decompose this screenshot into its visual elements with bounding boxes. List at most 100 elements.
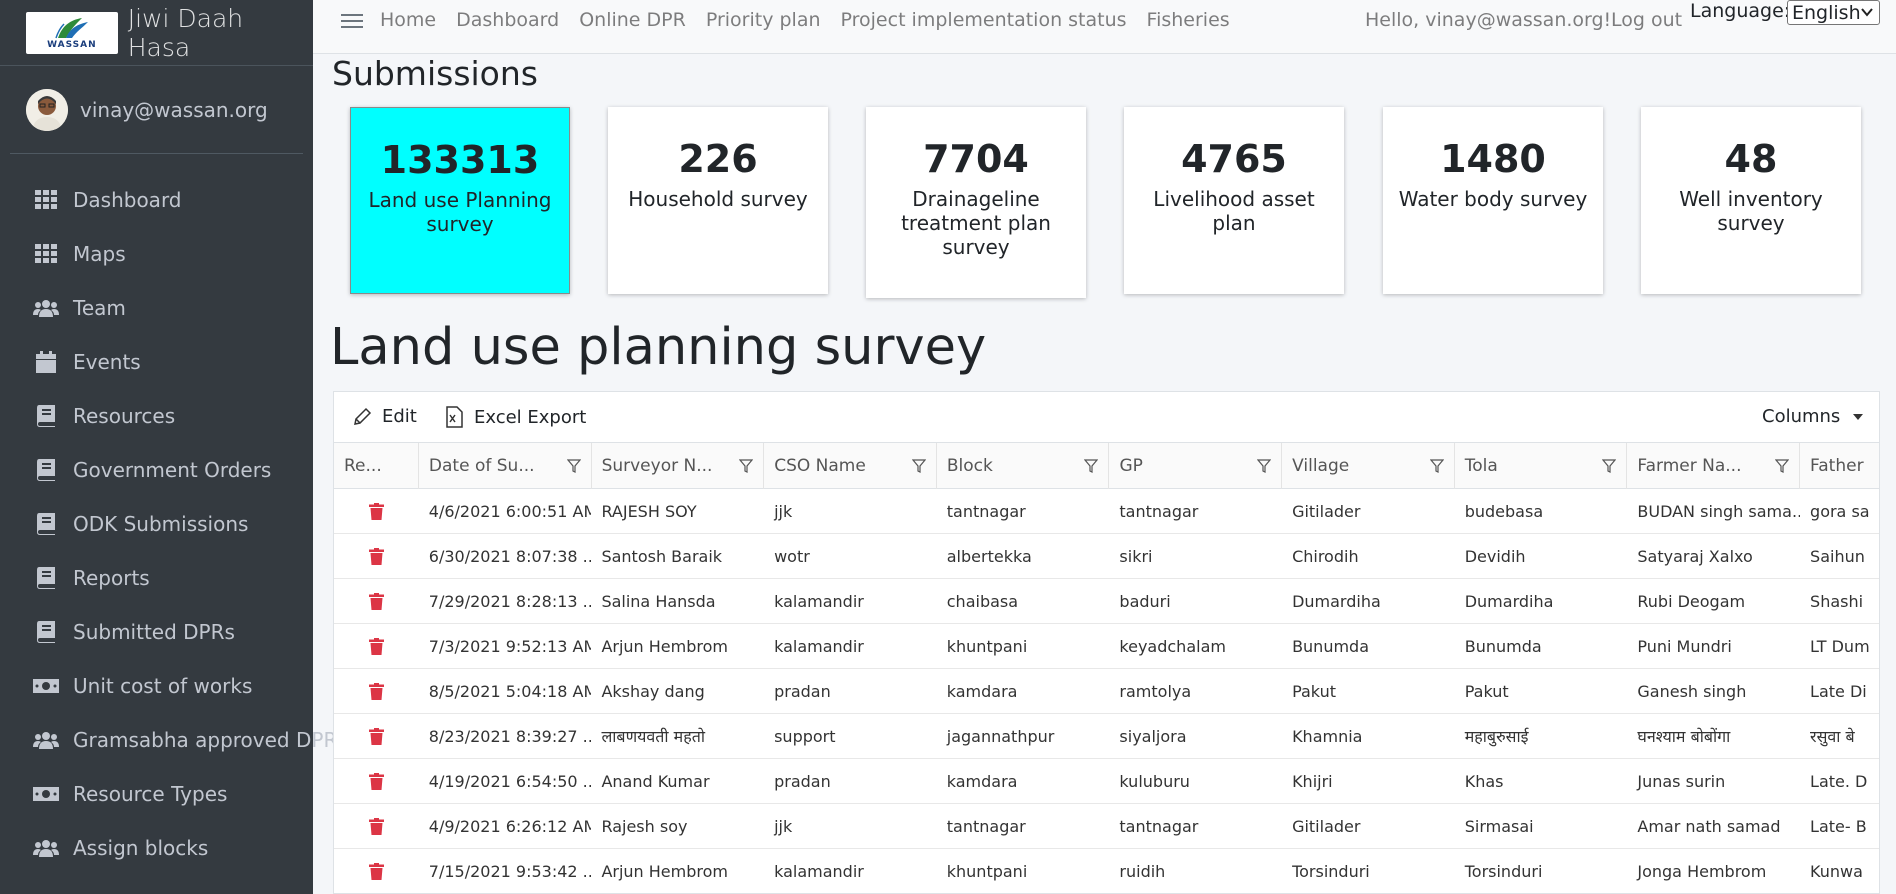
cell-date: 7/29/2021 8:28:13 ... [428, 591, 592, 611]
cell-block: khuntpani [946, 636, 1028, 656]
column-header-farmer-name[interactable]: Farmer Na... [1627, 443, 1801, 489]
table-row[interactable]: 6/30/2021 8:07:38 ... Santosh Baraik wotr a… [334, 534, 1879, 579]
column-header-label: Farmer Na... [1637, 456, 1742, 476]
delete-row-button[interactable] [334, 624, 419, 668]
columns-button-label: Columns [1762, 406, 1841, 427]
sidebar-item-events[interactable]: Events [0, 335, 313, 389]
filter-icon[interactable] [1257, 459, 1272, 473]
brand-link[interactable]: WASSAN Jiwi Daah Hasa [0, 0, 313, 66]
nav-link-fisheries[interactable]: Fisheries [1147, 9, 1230, 31]
user-greeting-link[interactable]: Hello, vinay@wassan.org! [1365, 9, 1611, 31]
column-header-block[interactable]: Block [937, 443, 1110, 489]
user-email: vinay@wassan.org [80, 97, 268, 122]
column-header-cso-name[interactable]: CSO Name [764, 443, 937, 489]
user-panel[interactable]: vinay@wassan.org [10, 66, 303, 154]
cell-father-name: LT Dum [1810, 636, 1870, 656]
delete-row-button[interactable] [334, 759, 419, 803]
column-header-surveyor[interactable]: Surveyor N... [592, 443, 765, 489]
card-livelihood-asset-plan[interactable]: 4765 Livelihood asset plan [1124, 107, 1344, 294]
trash-icon [368, 772, 384, 790]
cell-farmer-name: Junas surin [1637, 771, 1726, 791]
cell-block: jagannathpur [946, 726, 1055, 746]
card-land-use-planning-survey[interactable]: 133313 Land use Planning survey [350, 107, 570, 294]
table-row[interactable]: 8/23/2021 8:39:27 ... लाबणयवती महतो suppor… [334, 714, 1879, 759]
table-row[interactable]: 4/19/2021 6:54:50 ... Anand Kumar pradan ka… [334, 759, 1879, 804]
filter-icon[interactable] [911, 459, 926, 473]
sidebar-item-reports[interactable]: Reports [0, 551, 313, 605]
column-header-father[interactable]: Father [1800, 443, 1879, 489]
column-header-remove[interactable]: Re... [334, 443, 419, 489]
menu-toggle-icon[interactable] [341, 10, 363, 32]
edit-button[interactable]: Edit [352, 406, 417, 427]
sidebar-item-odk-submissions[interactable]: ODK Submissions [0, 497, 313, 551]
sidebar-item-dashboard[interactable]: Dashboard [0, 173, 313, 227]
card-household-survey[interactable]: 226 Household survey [608, 107, 828, 294]
chevron-down-icon [1861, 8, 1873, 17]
delete-row-button[interactable] [334, 849, 419, 893]
nav-link-priority-plan[interactable]: Priority plan [706, 9, 821, 31]
table-row[interactable]: 7/29/2021 8:28:13 ... Salina Hansda kalama… [334, 579, 1879, 624]
filter-icon[interactable] [739, 459, 754, 473]
user-avatar-icon [26, 88, 68, 131]
column-header-gp[interactable]: GP [1109, 443, 1283, 489]
sidebar-item-resource-types[interactable]: Resource Types [0, 767, 313, 821]
sidebar-item-team[interactable]: Team [0, 281, 313, 335]
cell-surveyor-name: Arjun Hembrom [601, 636, 728, 656]
nav-link-online-dpr[interactable]: Online DPR [579, 9, 686, 31]
cell-cso-name: kalamandir [774, 861, 864, 881]
columns-button[interactable]: Columns [1762, 406, 1864, 427]
delete-row-button[interactable] [334, 534, 419, 578]
nav-link-home[interactable]: Home [380, 9, 436, 31]
trash-icon [368, 682, 384, 700]
logout-link[interactable]: Log out [1611, 9, 1682, 31]
filter-icon[interactable] [566, 459, 581, 473]
nav-link-dashboard[interactable]: Dashboard [456, 9, 559, 31]
cell-surveyor-name: Salina Hansda [601, 591, 716, 611]
table-row[interactable]: 4/6/2021 6:00:51 AM RAJESH SOY jjk tantnaga… [334, 489, 1879, 534]
sidebar-item-assign-blocks[interactable]: Assign blocks [0, 821, 313, 875]
table-row[interactable]: 7/3/2021 9:52:13 AM Arjun Hembrom kalamand… [334, 624, 1879, 669]
cell-date: 8/23/2021 8:39:27 ... [428, 726, 592, 746]
nav-link-project-implementation-status[interactable]: Project implementation status [841, 9, 1127, 31]
excel-file-icon [446, 406, 463, 428]
sidebar-item-submitted-dprs[interactable]: Submitted DPRs [0, 605, 313, 659]
column-header-village[interactable]: Village [1282, 443, 1455, 489]
table-row[interactable]: 4/9/2021 6:26:12 AM Rajesh soy jjk tantnaga… [334, 804, 1879, 849]
sidebar-item-maps[interactable]: Maps [0, 227, 313, 281]
filter-icon[interactable] [1429, 459, 1444, 473]
language-select-value: English [1792, 1, 1861, 24]
cell-village: Gitilader [1292, 816, 1361, 836]
sidebar-item-unit-cost-of-works[interactable]: Unit cost of works [0, 659, 313, 713]
sidebar-item-gramsabha-approved-dpr[interactable]: Gramsabha approved DPR [0, 713, 337, 767]
filter-icon[interactable] [1602, 459, 1617, 473]
language-select[interactable]: English [1787, 0, 1880, 25]
filter-icon[interactable] [1775, 459, 1790, 473]
column-header-tola[interactable]: Tola [1455, 443, 1628, 489]
cell-gp: tantnagar [1119, 501, 1199, 521]
sidebar-item-resources[interactable]: Resources [0, 389, 313, 443]
sidebar: WASSAN Jiwi Daah Hasa vinay@wassan.org D… [0, 0, 337, 894]
card-water-body-survey[interactable]: 1480 Water body survey [1383, 107, 1603, 294]
column-header-label: Village [1292, 456, 1350, 476]
table-row[interactable]: 8/5/2021 5:04:18 AM Akshay dang pradan kamd… [334, 669, 1879, 714]
card-drainageline-treatment-plan-survey[interactable]: 7704 Drainageline treatment plan survey [866, 107, 1086, 298]
sidebar-item-government-orders[interactable]: Government Orders [0, 443, 313, 497]
delete-row-button[interactable] [334, 579, 419, 623]
card-well-inventory-survey[interactable]: 48 Well inventory survey [1641, 107, 1861, 294]
filter-icon[interactable] [1084, 459, 1099, 473]
delete-row-button[interactable] [334, 669, 419, 713]
delete-row-button[interactable] [334, 714, 419, 758]
delete-row-button[interactable] [334, 804, 419, 848]
excel-export-button[interactable]: Excel Export [444, 406, 586, 428]
column-header-label: Father [1810, 456, 1864, 476]
sidebar-nav: Dashboard Maps Team Events Resources Gov… [0, 154, 337, 875]
cell-surveyor-name: लाबणयवती महतो [601, 727, 705, 746]
cell-date: 6/30/2021 8:07:38 ... [428, 546, 592, 566]
card-label: Water body survey [1398, 187, 1588, 211]
table-row[interactable]: 7/15/2021 9:53:42 ... Arjun Hembrom kalama… [334, 849, 1879, 893]
cell-father-name: रसुवा बे [1810, 727, 1855, 746]
cell-cso-name: jjk [774, 501, 793, 521]
cell-father-name: Kunwa [1810, 861, 1863, 881]
delete-row-button[interactable] [334, 489, 419, 533]
column-header-date[interactable]: Date of Su... [419, 443, 592, 489]
